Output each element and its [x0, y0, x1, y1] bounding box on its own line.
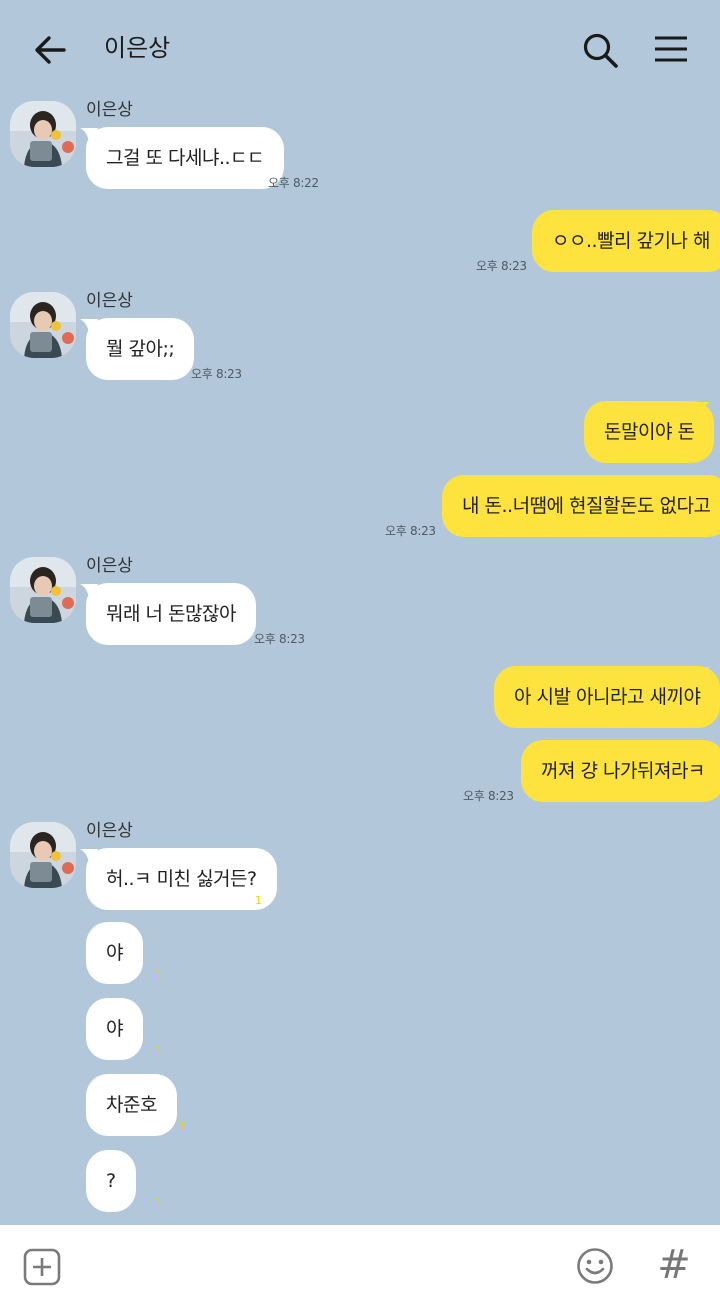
- incoming-message[interactable]: 뭐래 너 돈많잖아: [86, 583, 256, 645]
- unread-count: 1: [255, 894, 262, 907]
- outgoing-message[interactable]: 돈말이야 돈: [584, 401, 715, 463]
- outgoing-message[interactable]: ㅇㅇ..빨리 갚기나 해: [532, 210, 720, 272]
- sender-name: 이은상: [86, 291, 133, 311]
- plus-box-icon: [23, 1248, 61, 1286]
- unread-count: 1: [154, 968, 161, 981]
- emoji-face-icon: [577, 1248, 613, 1284]
- chat-title: 이은상: [104, 34, 171, 62]
- unread-count: 1: [154, 1044, 161, 1057]
- message-time: 오후 8:23: [476, 259, 527, 273]
- outgoing-message[interactable]: 내 돈..너땜에 현질할돈도 없다고: [442, 475, 720, 537]
- incoming-message[interactable]: 허..ㅋ 미친 싫거든?: [86, 848, 277, 910]
- avatar[interactable]: [10, 101, 76, 167]
- message-time: 오후 8:23: [385, 524, 436, 538]
- message-time: 오후 8:23: [463, 789, 514, 803]
- sender-name: 이은상: [86, 100, 133, 120]
- search-button[interactable]: [580, 30, 622, 72]
- input-bar: #: [0, 1225, 720, 1309]
- menu-button[interactable]: [650, 30, 692, 72]
- incoming-message[interactable]: 야: [86, 998, 143, 1060]
- search-icon: [583, 33, 618, 68]
- incoming-message[interactable]: ?: [86, 1150, 136, 1212]
- attach-button[interactable]: [22, 1247, 62, 1287]
- unread-count: 1: [154, 1196, 161, 1209]
- message-time: 오후 8:23: [254, 632, 305, 646]
- avatar[interactable]: [10, 557, 76, 623]
- sender-name: 이은상: [86, 556, 133, 576]
- avatar[interactable]: [10, 292, 76, 358]
- sender-name: 이은상: [86, 821, 133, 841]
- message-time: 오후 8:22: [268, 176, 319, 190]
- outgoing-message[interactable]: 꺼져 걍 나가뒤져라ㅋ: [521, 740, 720, 802]
- hamburger-menu-icon: [655, 36, 687, 62]
- incoming-message[interactable]: 야: [86, 922, 143, 984]
- hashtag-icon: #: [657, 1242, 691, 1288]
- arrow-left-icon: [35, 36, 66, 64]
- avatar[interactable]: [10, 822, 76, 888]
- hashtag-button[interactable]: #: [654, 1243, 694, 1287]
- incoming-message[interactable]: 뭘 갚아;;: [86, 318, 195, 380]
- outgoing-message[interactable]: 아 시발 아니라고 새끼야: [494, 666, 720, 728]
- emoji-button[interactable]: [576, 1247, 614, 1285]
- unread-count: 1: [179, 1120, 186, 1133]
- back-button[interactable]: [30, 30, 70, 70]
- incoming-message[interactable]: 그걸 또 다세냐..ㄷㄷ: [86, 127, 284, 189]
- message-time: 오후 8:23: [191, 367, 242, 381]
- chat-header: 이은상: [0, 0, 720, 96]
- incoming-message[interactable]: 차준호: [86, 1074, 177, 1136]
